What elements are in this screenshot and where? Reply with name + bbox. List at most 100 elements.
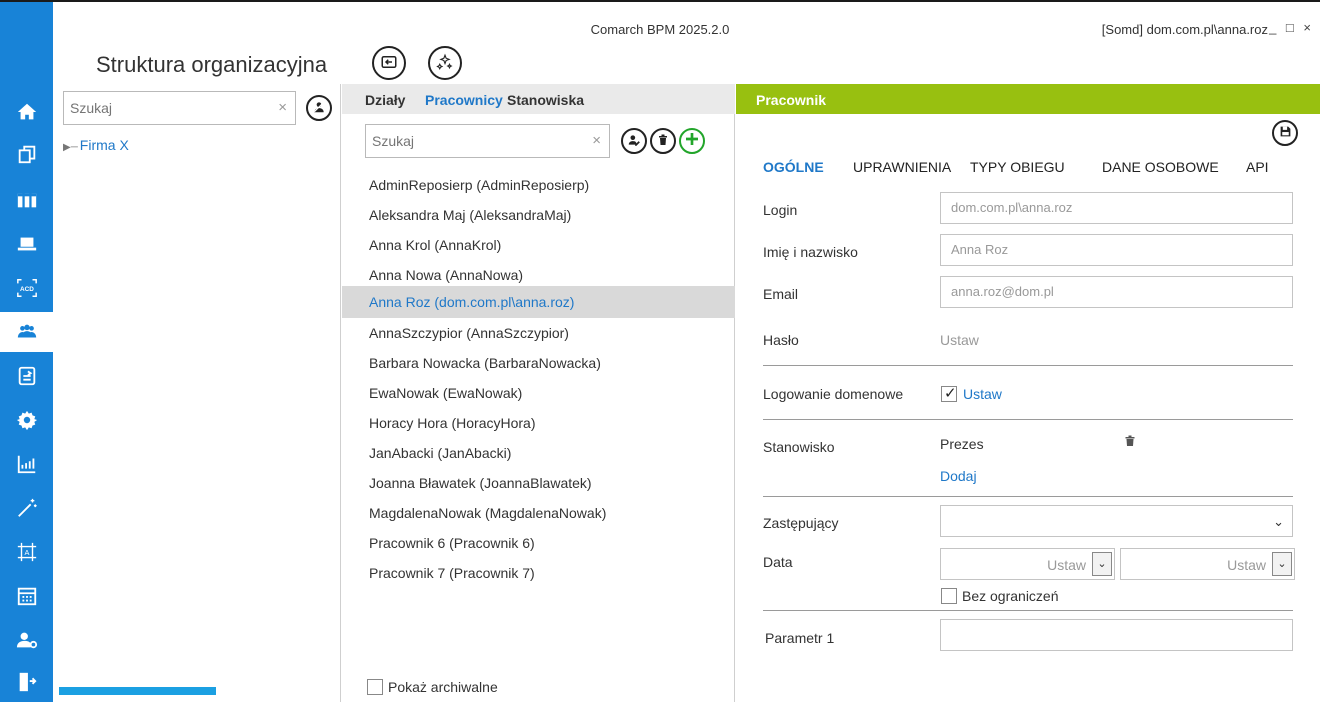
employees-tabs: Działy Pracownicy Stanowiska — [342, 84, 735, 114]
svg-text:ACD: ACD — [20, 286, 34, 293]
login-field[interactable]: dom.com.pl\anna.roz — [940, 192, 1293, 224]
employee-list-item[interactable]: AdminReposierp (AdminReposierp) — [342, 170, 735, 200]
home-icon[interactable] — [0, 92, 53, 132]
back-button[interactable] — [372, 46, 406, 80]
trash-icon — [657, 134, 669, 149]
domain-login-label: Logowanie domenowe — [763, 386, 904, 402]
employee-list-item[interactable]: Barbara Nowacka (BarbaraNowacka) — [342, 348, 735, 378]
tab-stanowiska[interactable]: Stanowiska — [507, 92, 584, 108]
back-icon — [380, 53, 398, 74]
sparkle-button[interactable] — [428, 46, 462, 80]
tab-dzialy[interactable]: Działy — [365, 92, 405, 108]
date-label: Data — [763, 554, 793, 570]
employee-list-item[interactable]: Aleksandra Maj (AleksandraMaj) — [342, 200, 735, 230]
design-icon[interactable]: A — [0, 532, 53, 572]
ocr-acd-icon[interactable]: ACD — [0, 268, 53, 308]
save-icon — [1279, 125, 1292, 141]
employee-list-item[interactable]: MagdalenaNowak (MagdalenaNowak) — [342, 498, 735, 528]
employee-list-item[interactable]: Pracownik 7 (Pracownik 7) — [342, 558, 735, 588]
domain-login-checkbox[interactable] — [941, 384, 957, 402]
user-filter-button[interactable] — [306, 95, 332, 121]
structure-panel: × ▶─Firma X — [53, 84, 341, 702]
employee-form-header: Pracownik — [736, 84, 1320, 114]
employee-list-item[interactable]: EwaNowak (EwaNowak) — [342, 378, 735, 408]
tab-pracownicy[interactable]: Pracownicy — [425, 92, 503, 108]
columns-icon[interactable] — [0, 180, 53, 220]
date-from-value: Ustaw — [1047, 557, 1086, 573]
tab-api[interactable]: API — [1246, 159, 1269, 175]
remove-position-icon[interactable] — [1124, 434, 1136, 451]
main-nav-rail: ACD A — [0, 2, 53, 702]
no-limit-checkbox[interactable] — [941, 588, 957, 604]
people-icon[interactable] — [0, 312, 53, 352]
document-icon[interactable] — [0, 356, 53, 396]
employee-list-item[interactable]: Pracownik 6 (Pracownik 6) — [342, 528, 735, 558]
position-value: Prezes — [940, 436, 984, 452]
employee-list-item[interactable]: Anna Krol (AnnaKrol) — [342, 230, 735, 260]
divider — [763, 610, 1293, 611]
window-controls[interactable]: _ □ × — [1269, 20, 1314, 35]
tab-uprawnienia[interactable]: UPRAWNIENIA — [853, 159, 951, 175]
employee-list-item[interactable]: Horacy Hora (HoracyHora) — [342, 408, 735, 438]
clear-search-icon[interactable]: × — [278, 99, 287, 116]
employee-search[interactable]: × — [365, 124, 610, 158]
tree-item-label: Firma X — [79, 137, 129, 153]
employee-search-input[interactable] — [366, 125, 609, 157]
employee-list-item-selected[interactable]: Anna Roz (dom.com.pl\anna.roz) — [342, 286, 735, 318]
user-info: [Somd] dom.com.pl\anna.roz — [1101, 22, 1268, 37]
employee-form-panel: Pracownik OGÓLNE UPRAWNIENIA TYPY OBIEGU… — [736, 84, 1320, 702]
exit-icon[interactable] — [0, 662, 53, 702]
date-from-field[interactable]: Ustaw ⌄ — [940, 548, 1115, 580]
tree-expand-icon[interactable]: ▶─ — [63, 142, 78, 153]
wand-icon[interactable] — [0, 488, 53, 528]
calendar-icon[interactable] — [0, 576, 53, 616]
employee-list-item[interactable]: AnnaSzczypior (AnnaSzczypior) — [342, 318, 735, 348]
email-field[interactable]: anna.roz@dom.pl — [940, 276, 1293, 308]
sparkle-icon — [436, 53, 454, 74]
show-archived-label: Pokaż archiwalne — [388, 679, 498, 696]
login-label: Login — [763, 202, 798, 218]
tab-typy-obiegu[interactable]: TYPY OBIEGU — [970, 159, 1065, 175]
employee-list-item[interactable]: JanAbacki (JanAbacki) — [342, 438, 735, 468]
password-set-link[interactable]: Ustaw — [940, 332, 979, 348]
substitute-select[interactable]: ⌄ — [940, 505, 1293, 537]
clear-search-icon[interactable]: × — [592, 132, 601, 149]
domain-login-set-link[interactable]: Ustaw — [963, 386, 1002, 402]
copy-icon[interactable] — [0, 134, 53, 174]
chevron-down-icon[interactable]: ⌄ — [1272, 552, 1292, 576]
loading-progress-bar — [59, 687, 216, 695]
page-title: Struktura organizacyjna — [96, 52, 328, 77]
no-limit-label: Bez ograniczeń — [962, 588, 1059, 604]
delete-user-button[interactable] — [650, 128, 676, 154]
plus-icon — [684, 130, 700, 153]
chevron-down-icon: ⌄ — [1273, 514, 1284, 529]
edit-user-icon — [627, 133, 641, 150]
tab-dane-osobowe[interactable]: DANE OSOBOWE — [1102, 159, 1219, 175]
email-label: Email — [763, 286, 799, 302]
structure-search-input[interactable] — [64, 92, 295, 124]
chevron-down-icon[interactable]: ⌄ — [1092, 552, 1112, 576]
employees-panel: Działy Pracownicy Stanowiska × AdminRepo… — [342, 84, 735, 702]
show-archived-checkbox[interactable] — [367, 679, 383, 696]
name-field[interactable]: Anna Roz — [940, 234, 1293, 266]
analytics-icon[interactable] — [0, 444, 53, 484]
show-archived-toggle[interactable]: Pokaż archiwalne — [362, 678, 498, 696]
divider — [763, 365, 1293, 366]
date-to-field[interactable]: Ustaw ⌄ — [1120, 548, 1295, 580]
tree-item-firma-x[interactable]: ▶─ Firma X — [63, 137, 129, 153]
substitute-label: Zastępujący — [763, 515, 839, 531]
save-button[interactable] — [1272, 120, 1298, 146]
employee-list-item[interactable]: Joanna Bławatek (JoannaBlawatek) — [342, 468, 735, 498]
password-label: Hasło — [763, 332, 799, 348]
add-position-link[interactable]: Dodaj — [940, 468, 977, 484]
user-settings-icon[interactable] — [0, 620, 53, 660]
add-user-button[interactable] — [679, 128, 705, 154]
user-filter-icon — [312, 100, 326, 117]
laptop-icon[interactable] — [0, 224, 53, 264]
edit-user-button[interactable] — [621, 128, 647, 154]
gear-icon[interactable] — [0, 400, 53, 440]
tab-ogolne[interactable]: OGÓLNE — [763, 159, 824, 175]
svg-text:A: A — [24, 548, 29, 557]
structure-search[interactable]: × — [63, 91, 296, 125]
param1-field[interactable] — [940, 619, 1293, 651]
